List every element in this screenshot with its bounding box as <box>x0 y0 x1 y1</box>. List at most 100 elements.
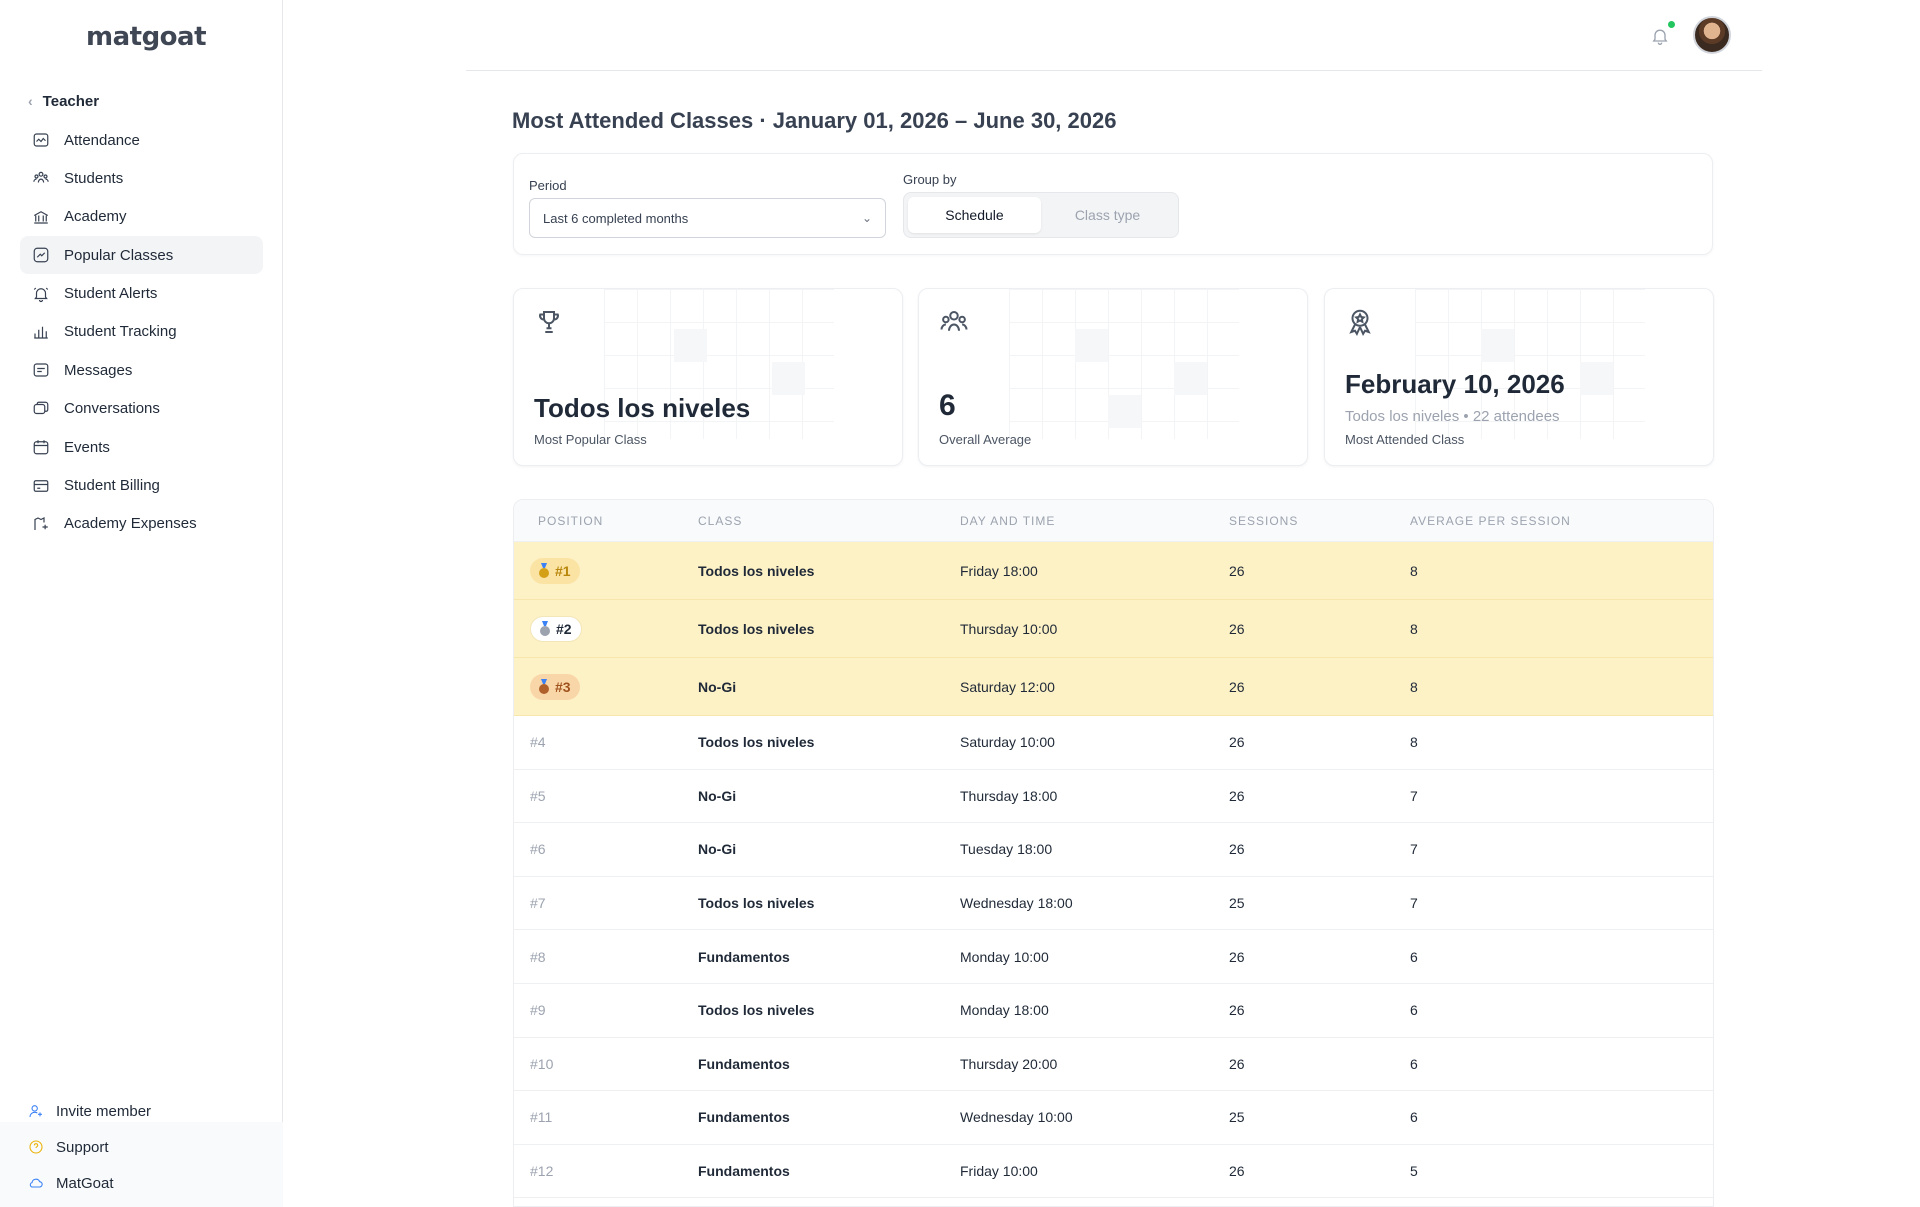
table-row[interactable]: #6 No-Gi Tuesday 18:00 26 7 <box>514 823 1713 877</box>
matgoat-button[interactable]: MatGoat <box>20 1165 263 1201</box>
header-position[interactable]: POSITION <box>514 514 698 528</box>
cell-day-time: Friday 18:00 <box>960 562 1038 579</box>
cell-sessions: 26 <box>1229 948 1245 965</box>
cell-average: 8 <box>1410 678 1418 695</box>
rank-label: #12 <box>530 1163 554 1180</box>
period-value: Last 6 completed months <box>543 210 689 226</box>
table-row[interactable]: #11 Fundamentos Wednesday 10:00 25 6 <box>514 1091 1713 1145</box>
cell-day-time: Saturday 12:00 <box>960 678 1055 695</box>
table-row[interactable]: #1 Todos los niveles Friday 18:00 26 8 <box>514 542 1713 600</box>
cell-day-time: Thursday 10:00 <box>960 620 1058 637</box>
pattern-cell <box>1481 329 1514 362</box>
cell-sessions: 26 <box>1229 1055 1245 1072</box>
sidebar-item-student-billing[interactable]: Student Billing <box>20 467 263 505</box>
sidebar-item-messages[interactable]: Messages <box>20 351 263 389</box>
sidebar-item-students[interactable]: Students <box>20 159 263 197</box>
sidebar-item-label: Student Tracking <box>64 323 177 341</box>
sidebar-item-popular-classes[interactable]: Popular Classes <box>20 236 263 275</box>
cell-position: #1 <box>514 557 698 584</box>
popular-classes-icon <box>33 247 49 263</box>
table-row[interactable]: #10 Fundamentos Thursday 20:00 26 6 <box>514 1038 1713 1092</box>
cell-class: Todos los niveles <box>698 1002 815 1019</box>
pattern-cell <box>674 329 707 362</box>
rank-badge: #3 <box>530 673 580 700</box>
header-divider <box>466 70 1762 71</box>
invite-member-label: Invite member <box>56 1102 152 1120</box>
header-sessions[interactable]: SESSIONS <box>1229 514 1410 528</box>
cell-class: Fundamentos <box>698 1055 790 1072</box>
cell-sessions: 26 <box>1229 1163 1245 1180</box>
medal-icon <box>539 562 549 578</box>
sidebar-item-student-alerts[interactable]: Student Alerts <box>20 275 263 313</box>
cell-sessions: 26 <box>1229 620 1245 637</box>
back-label: Teacher <box>42 92 100 110</box>
sidebar-item-conversations[interactable]: Conversations <box>20 390 263 428</box>
table-row[interactable]: #3 No-Gi Saturday 12:00 26 8 <box>514 658 1713 716</box>
cell-average: 6 <box>1410 1002 1418 1019</box>
sidebar-item-label: Academy Expenses <box>64 515 197 533</box>
sidebar-item-label: Student Billing <box>64 477 160 495</box>
cell-day-time: Monday 10:00 <box>960 948 1049 965</box>
sidebar-item-events[interactable]: Events <box>20 428 263 466</box>
table-row[interactable]: #2 Todos los niveles Thursday 10:00 26 8 <box>514 600 1713 658</box>
stat-card-average: 6 Overall Average <box>918 288 1308 466</box>
cell-sessions: 25 <box>1229 1109 1245 1126</box>
sidebar-item-label: Students <box>64 169 124 187</box>
cell-position: #5 <box>514 788 698 804</box>
sidebar-nav: Attendance Students Academy Popular Classes… <box>20 121 263 543</box>
cell-position: #12 <box>514 1163 698 1179</box>
sidebar-item-label: Student Alerts <box>64 285 158 303</box>
rank-label: #10 <box>530 1055 554 1072</box>
header-average[interactable]: AVERAGE PER SESSION <box>1410 514 1713 528</box>
students-icon <box>33 172 49 183</box>
user-avatar[interactable] <box>1693 16 1731 54</box>
cell-average: 6 <box>1410 1109 1418 1126</box>
cell-day-time: Thursday 18:00 <box>960 787 1058 804</box>
invite-member-button[interactable]: Invite member <box>20 1093 263 1129</box>
medal-icon <box>539 678 549 694</box>
sidebar-item-academy[interactable]: Academy <box>20 198 263 236</box>
sidebar-item-academy-expenses[interactable]: Academy Expenses <box>20 505 263 543</box>
group-by-schedule[interactable]: Schedule <box>908 197 1041 233</box>
matgoat-label: MatGoat <box>56 1174 114 1192</box>
table-row[interactable]: #7 Todos los niveles Wednesday 18:00 25 7 <box>514 877 1713 931</box>
most-attended-label: Most Attended Class <box>1345 432 1465 447</box>
cell-sessions: 26 <box>1229 841 1245 858</box>
rank-label: #4 <box>530 734 546 751</box>
rank-badge: #1 <box>530 557 580 584</box>
cell-day-time: Saturday 10:00 <box>960 734 1055 751</box>
app-logo[interactable]: matgoat <box>86 22 207 52</box>
classes-table: POSITION CLASS DAY AND TIME SESSIONS AVE… <box>513 499 1714 1207</box>
sidebar-item-student-tracking[interactable]: Student Tracking <box>20 313 263 351</box>
cell-class: No-Gi <box>698 678 737 695</box>
cell-class: Todos los niveles <box>698 734 815 751</box>
table-row[interactable]: #13FundamentosTuesday 20:00265 <box>514 1198 1713 1206</box>
cell-average: 8 <box>1410 620 1418 637</box>
group-by-class-type[interactable]: Class type <box>1041 197 1174 233</box>
table-row[interactable]: #12 Fundamentos Friday 10:00 26 5 <box>514 1145 1713 1199</box>
cell-day-time: Thursday 20:00 <box>960 1055 1058 1072</box>
header-class[interactable]: CLASS <box>698 514 960 528</box>
notifications-bell-icon[interactable] <box>1650 26 1670 46</box>
attendance-icon <box>33 133 49 147</box>
table-row[interactable]: #4 Todos los niveles Saturday 10:00 26 8 <box>514 716 1713 770</box>
period-select[interactable]: Last 6 completed months ⌄ <box>529 198 886 238</box>
table-row[interactable]: #8 Fundamentos Monday 10:00 26 6 <box>514 930 1713 984</box>
cell-average: 7 <box>1410 787 1418 804</box>
sidebar-item-label: Events <box>64 438 110 456</box>
rank-label: #11 <box>530 1109 553 1126</box>
cell-average: 6 <box>1410 948 1418 965</box>
period-label: Period <box>529 178 567 193</box>
support-button[interactable]: Support <box>20 1129 263 1165</box>
medal-icon <box>540 620 550 636</box>
rank-label: #9 <box>530 1002 546 1019</box>
cell-average: 6 <box>1410 1055 1418 1072</box>
cell-position: #2 <box>514 615 698 642</box>
sidebar-item-attendance[interactable]: Attendance <box>20 121 263 159</box>
back-to-teacher[interactable]: ‹ Teacher <box>28 90 99 112</box>
table-row[interactable]: #5 No-Gi Thursday 18:00 26 7 <box>514 770 1713 824</box>
header-day-time[interactable]: DAY AND TIME <box>960 514 1229 528</box>
cell-position: #4 <box>514 734 698 750</box>
table-row[interactable]: #9 Todos los niveles Monday 18:00 26 6 <box>514 984 1713 1038</box>
cell-day-time: Wednesday 18:00 <box>960 895 1073 912</box>
